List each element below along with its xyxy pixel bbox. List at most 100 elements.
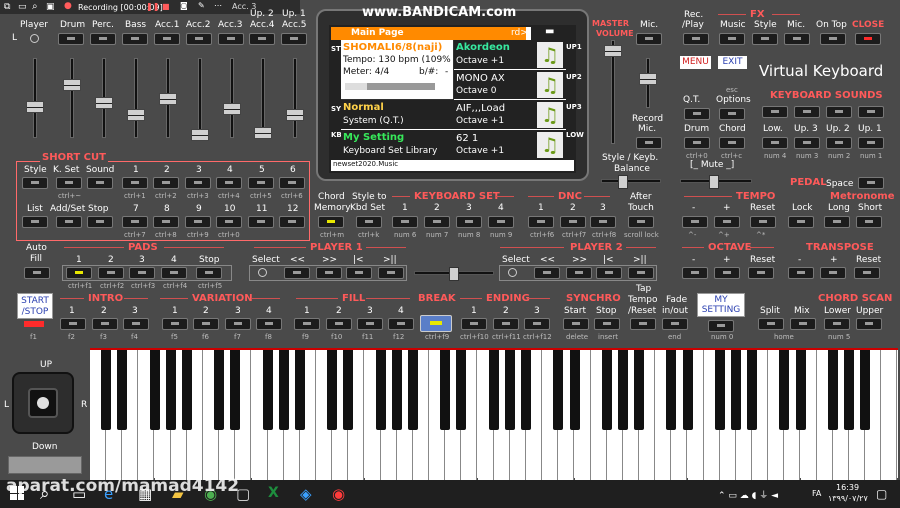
break-button[interactable]: [420, 315, 452, 332]
black-key[interactable]: [149, 350, 160, 430]
fill-1-button[interactable]: [294, 318, 320, 330]
low-tab[interactable]: LOW: [566, 131, 584, 139]
transpose-plus-button[interactable]: [820, 267, 846, 279]
p1-rewind-button[interactable]: [284, 267, 310, 279]
drum-chord-balance-slider[interactable]: [680, 175, 752, 189]
ks-low-select[interactable]: [762, 137, 788, 149]
black-key[interactable]: [827, 350, 838, 430]
gamepad-icon[interactable]: ▣: [46, 2, 55, 12]
black-key[interactable]: [666, 350, 677, 430]
acc2-fader[interactable]: [191, 58, 209, 141]
fill-4-button[interactable]: [388, 318, 414, 330]
synchro-stop-button[interactable]: [594, 318, 620, 330]
sc-8-button[interactable]: [153, 216, 179, 228]
kset-4-button[interactable]: [488, 216, 514, 228]
p1-select-radio[interactable]: [258, 268, 267, 277]
perc-fader[interactable]: [95, 58, 113, 138]
black-key[interactable]: [860, 350, 871, 430]
exit-button[interactable]: EXIT: [718, 56, 747, 69]
tap-tempo-button[interactable]: [630, 318, 656, 330]
p2-start-button[interactable]: [596, 267, 622, 279]
black-key[interactable]: [343, 350, 354, 430]
black-key[interactable]: [731, 350, 741, 430]
upper2-panel[interactable]: MONO AX Octave 0 ♫: [454, 70, 566, 100]
fill-2-button[interactable]: [326, 318, 352, 330]
language-indicator[interactable]: FA: [812, 489, 821, 498]
search-icon[interactable]: ⌕: [32, 1, 38, 12]
sc-9-button[interactable]: [185, 216, 211, 228]
black-key[interactable]: [375, 350, 386, 430]
mixer-drum-toggle[interactable]: [58, 33, 84, 45]
sc-6-button[interactable]: [279, 177, 305, 189]
black-key[interactable]: [278, 350, 289, 430]
mic-toggle[interactable]: [636, 33, 662, 45]
fx-music-toggle[interactable]: [719, 33, 745, 45]
player-fader[interactable]: [26, 58, 44, 138]
tempo-minus-button[interactable]: [682, 216, 708, 228]
black-key[interactable]: [294, 350, 305, 430]
excel-icon[interactable]: X: [268, 485, 279, 501]
pencil-icon[interactable]: ✎: [198, 1, 205, 10]
piano-keyboard[interactable]: [90, 348, 898, 480]
notification-icon[interactable]: ▢: [876, 487, 887, 501]
kset-3-button[interactable]: [456, 216, 482, 228]
chord-scan-upper-button[interactable]: [856, 318, 882, 330]
drum-fader[interactable]: [63, 58, 81, 138]
octave-minus-button[interactable]: [682, 267, 708, 279]
app2-icon[interactable]: ◈: [300, 485, 312, 503]
acc4-fader[interactable]: [254, 58, 272, 139]
black-key[interactable]: [181, 350, 192, 430]
up2-tab[interactable]: UP2: [566, 73, 582, 81]
kset-2-button[interactable]: [424, 216, 450, 228]
style-panel[interactable]: SHOMALI6/8(naji) Tempo: 130 bpm (109% Me…: [341, 40, 454, 100]
sc-sound-button[interactable]: [87, 177, 113, 189]
style-keyb-balance-slider[interactable]: [601, 175, 661, 189]
bass-fader[interactable]: [127, 58, 145, 138]
sc-list-button[interactable]: [22, 216, 48, 228]
sc-style-button[interactable]: [22, 177, 48, 189]
tempo-reset-button[interactable]: [750, 216, 776, 228]
sc-12-button[interactable]: [279, 216, 305, 228]
intro-1-button[interactable]: [60, 318, 86, 330]
variation-1-button[interactable]: [162, 318, 188, 330]
black-key[interactable]: [844, 350, 855, 430]
sc-10-button[interactable]: [216, 216, 242, 228]
ks-up1-select[interactable]: [858, 137, 884, 149]
sc-7-button[interactable]: [122, 216, 148, 228]
sc-11-button[interactable]: [248, 216, 274, 228]
pitch-bend-bar[interactable]: [8, 456, 82, 474]
acc5-fader[interactable]: [286, 58, 304, 138]
kbd-tab[interactable]: KBD: [331, 131, 348, 139]
upper3-panel[interactable]: AIF,,,Load Octave +1 ♫: [454, 100, 566, 130]
variation-2-button[interactable]: [193, 318, 219, 330]
up3-tab[interactable]: UP3: [566, 103, 582, 111]
pad-stop-button[interactable]: [196, 267, 222, 279]
sc-kset-button[interactable]: [56, 177, 82, 189]
p2-playpause-button[interactable]: [628, 267, 654, 279]
black-key[interactable]: [569, 350, 580, 430]
intro-3-button[interactable]: [123, 318, 149, 330]
qt-button[interactable]: [684, 108, 710, 120]
black-key[interactable]: [634, 350, 645, 430]
p1-playpause-button[interactable]: [378, 267, 404, 279]
chord-scan-lower-button[interactable]: [824, 318, 850, 330]
dropdown-icon[interactable]: ▬: [545, 26, 554, 37]
ending-3-button[interactable]: [524, 318, 550, 330]
ks-up3-button[interactable]: [794, 106, 820, 118]
sys-tab[interactable]: SYS: [331, 105, 346, 113]
pad-3-button[interactable]: [129, 267, 155, 279]
black-key[interactable]: [779, 350, 790, 430]
black-key[interactable]: [682, 350, 693, 430]
synchro-start-button[interactable]: [563, 318, 589, 330]
my-setting-toggle[interactable]: [708, 320, 734, 332]
black-key[interactable]: [521, 350, 532, 430]
dnc-3-button[interactable]: [590, 216, 616, 228]
close-button[interactable]: [855, 33, 881, 45]
ks-up2-select[interactable]: [826, 137, 852, 149]
black-key[interactable]: [165, 350, 176, 430]
metronome-short-button[interactable]: [856, 216, 882, 228]
black-key[interactable]: [456, 350, 467, 430]
octave-plus-button[interactable]: [714, 267, 740, 279]
master-volume-fader[interactable]: [604, 40, 622, 144]
fx-style-toggle[interactable]: [752, 33, 778, 45]
